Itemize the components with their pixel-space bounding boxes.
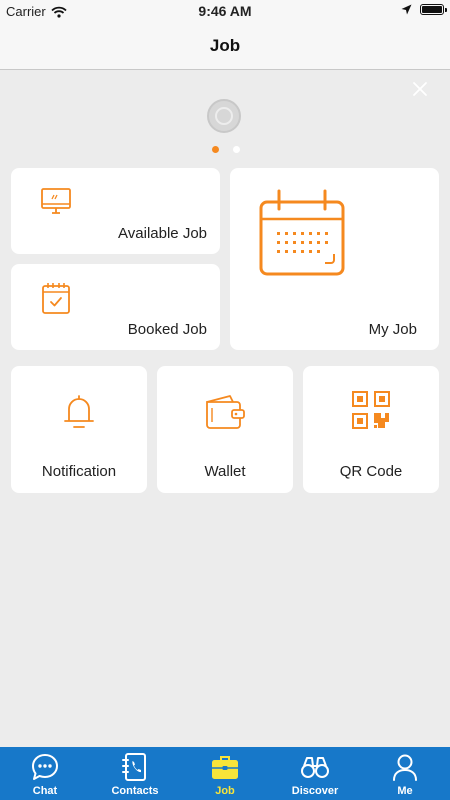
- notification-label: Notification: [41, 463, 117, 480]
- pagination-dot[interactable]: [233, 146, 240, 153]
- available-job-label: Available Job: [118, 225, 207, 242]
- logo-ring: [215, 107, 233, 125]
- tab-contacts[interactable]: Contacts: [90, 747, 180, 800]
- tab-chat-label: Chat: [32, 785, 58, 797]
- available-job-tile[interactable]: Available Job: [11, 168, 220, 254]
- battery-icon: [420, 4, 447, 15]
- status-bar: Carrier 9:46 AM: [0, 0, 450, 22]
- page-title: Job: [209, 36, 241, 55]
- calendar-check-icon: [42, 283, 70, 314]
- navigation-bar: Job: [0, 22, 450, 70]
- chat-icon: [32, 754, 58, 780]
- clock: 9:46 AM: [198, 3, 252, 19]
- wallet-tile[interactable]: Wallet: [157, 366, 293, 493]
- briefcase-icon: [212, 756, 238, 779]
- my-job-label: My Job: [368, 321, 417, 338]
- booked-job-label: Booked Job: [127, 321, 207, 338]
- tab-me-label: Me: [397, 785, 413, 797]
- calendar-icon: [259, 189, 345, 276]
- bell-icon: [64, 395, 94, 428]
- notification-tile[interactable]: Notification: [11, 366, 147, 493]
- wallet-icon: [206, 395, 245, 429]
- tab-me[interactable]: Me: [360, 747, 450, 800]
- booked-job-tile[interactable]: Booked Job: [11, 264, 220, 350]
- banner-logo[interactable]: [207, 99, 241, 133]
- tab-bar: Chat Contacts Job Discover Me: [0, 747, 450, 800]
- tab-chat[interactable]: Chat: [0, 747, 90, 800]
- tab-discover[interactable]: Discover: [270, 747, 360, 800]
- binoculars-icon: [301, 757, 329, 778]
- tab-job[interactable]: Job: [180, 747, 270, 800]
- person-icon: [393, 754, 417, 781]
- monitor-icon: [41, 188, 71, 214]
- location-arrow-icon: [401, 4, 412, 15]
- pagination-dot-active[interactable]: [212, 146, 219, 153]
- tab-contacts-label: Contacts: [111, 785, 159, 797]
- tab-job-label: Job: [215, 785, 235, 797]
- qr-code-icon: [352, 391, 390, 429]
- close-icon[interactable]: [411, 80, 429, 98]
- contacts-icon: [122, 753, 146, 781]
- my-job-tile[interactable]: My Job: [230, 168, 439, 350]
- tab-discover-label: Discover: [291, 785, 339, 797]
- qr-code-tile[interactable]: QR Code: [303, 366, 439, 493]
- banner-pagination: [212, 146, 240, 153]
- wallet-label: Wallet: [204, 463, 246, 480]
- qr-code-label: QR Code: [339, 463, 403, 480]
